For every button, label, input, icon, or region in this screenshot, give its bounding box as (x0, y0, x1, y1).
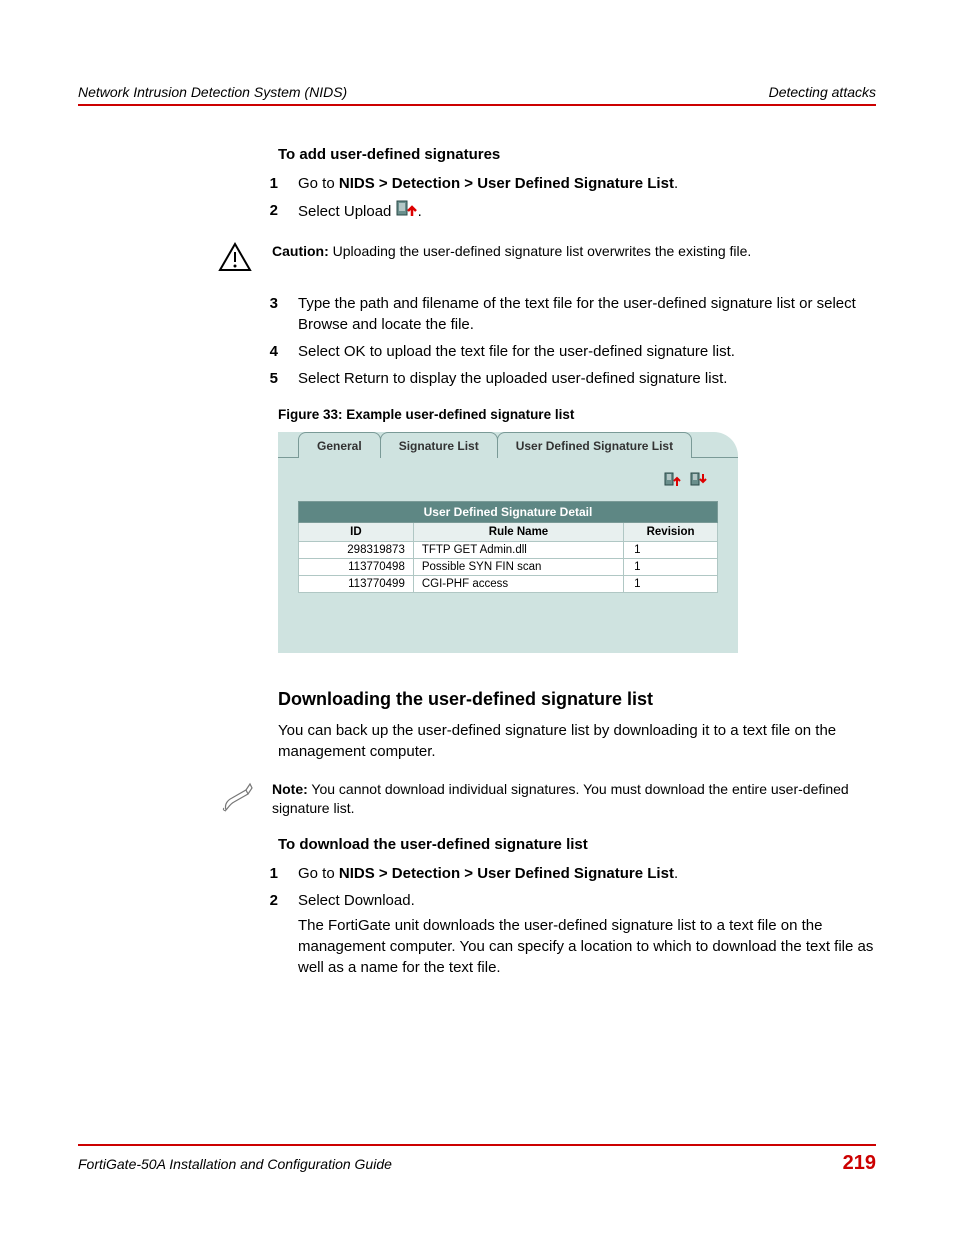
step-number: 1 (238, 173, 298, 194)
footer-title: FortiGate-50A Installation and Configura… (78, 1156, 392, 1172)
col-rule-name: Rule Name (413, 523, 623, 542)
page-footer: FortiGate-50A Installation and Configura… (78, 1144, 876, 1175)
nav-path: NIDS > Detection > User Defined Signatur… (339, 175, 674, 192)
step-number: 5 (238, 368, 298, 389)
caution-callout: Caution: Uploading the user-defined sign… (218, 242, 876, 275)
signature-table: User Defined Signature Detail ID Rule Na… (298, 501, 718, 593)
tab-signature-list[interactable]: Signature List (380, 432, 498, 458)
table-row: 298319873 TFTP GET Admin.dll 1 (299, 542, 718, 559)
procedure-title-add: To add user-defined signatures (278, 146, 876, 163)
caution-message: Caution: Uploading the user-defined sign… (272, 242, 876, 261)
step-sub-text: The FortiGate unit downloads the user-de… (298, 915, 876, 978)
note-text: You cannot download individual signature… (272, 781, 849, 816)
page-header: Network Intrusion Detection System (NIDS… (78, 84, 876, 106)
step-pretext: Go to (298, 865, 339, 882)
table-title: User Defined Signature Detail (299, 502, 718, 523)
cell-rev: 1 (624, 559, 718, 576)
note-label: Note: (272, 781, 308, 797)
tab-bar: General Signature List User Defined Sign… (278, 432, 738, 458)
cell-id: 298319873 (299, 542, 414, 559)
upload-button-icon[interactable] (664, 472, 682, 493)
step-number: 2 (238, 890, 298, 978)
section-paragraph: You can back up the user-defined signatu… (278, 720, 876, 762)
step-text: Select Upload . (298, 200, 876, 224)
step-pretext: Go to (298, 175, 339, 192)
section-heading-download: Downloading the user-defined signature l… (278, 689, 876, 710)
step-text: Go to NIDS > Detection > User Defined Si… (298, 863, 876, 884)
cell-rev: 1 (624, 576, 718, 593)
tab-user-defined[interactable]: User Defined Signature List (497, 432, 692, 458)
step-posttext: . (418, 203, 422, 220)
step-text: Select Download. The FortiGate unit down… (298, 890, 876, 978)
caution-text: Uploading the user-defined signature lis… (329, 243, 752, 259)
procedure-title-download: To download the user-defined signature l… (278, 836, 876, 853)
note-message: Note: You cannot download individual sig… (272, 780, 876, 818)
col-revision: Revision (624, 523, 718, 542)
figure-screenshot: General Signature List User Defined Sign… (278, 432, 738, 653)
step-number: 2 (238, 200, 298, 224)
page-number: 219 (843, 1152, 876, 1175)
table-row: 113770499 CGI-PHF access 1 (299, 576, 718, 593)
steps-download: 1 Go to NIDS > Detection > User Defined … (238, 863, 876, 978)
step-main-text: Select Download. (298, 892, 415, 909)
cell-name: TFTP GET Admin.dll (413, 542, 623, 559)
step-posttext: . (674, 865, 678, 882)
nav-path: NIDS > Detection > User Defined Signatur… (339, 865, 674, 882)
tab-panel: User Defined Signature Detail ID Rule Na… (278, 457, 738, 593)
step-pretext: Select Upload (298, 203, 396, 220)
step-number: 1 (238, 863, 298, 884)
cell-id: 113770498 (299, 559, 414, 576)
header-right: Detecting attacks (769, 84, 876, 100)
cell-rev: 1 (624, 542, 718, 559)
tab-general[interactable]: General (298, 432, 381, 458)
step-number: 4 (238, 341, 298, 362)
cell-id: 113770499 (299, 576, 414, 593)
step-posttext: . (674, 175, 678, 192)
cell-name: CGI-PHF access (413, 576, 623, 593)
toolbar (298, 468, 718, 501)
caution-label: Caution: (272, 243, 329, 259)
steps-add: 1 Go to NIDS > Detection > User Defined … (238, 173, 876, 224)
steps-add-continued: 3 Type the path and filename of the text… (238, 293, 876, 389)
step-text: Type the path and filename of the text f… (298, 293, 876, 335)
col-id: ID (299, 523, 414, 542)
step-text: Select OK to upload the text file for th… (298, 341, 876, 362)
caution-icon (218, 242, 254, 275)
note-callout: Note: You cannot download individual sig… (218, 780, 876, 818)
cell-name: Possible SYN FIN scan (413, 559, 623, 576)
step-text: Go to NIDS > Detection > User Defined Si… (298, 173, 876, 194)
download-button-icon[interactable] (690, 472, 708, 493)
step-number: 3 (238, 293, 298, 335)
header-left: Network Intrusion Detection System (NIDS… (78, 84, 347, 100)
step-text: Select Return to display the uploaded us… (298, 368, 876, 389)
figure-caption: Figure 33: Example user-defined signatur… (278, 407, 876, 422)
upload-icon (396, 200, 418, 224)
note-icon (218, 780, 254, 817)
table-row: 113770498 Possible SYN FIN scan 1 (299, 559, 718, 576)
